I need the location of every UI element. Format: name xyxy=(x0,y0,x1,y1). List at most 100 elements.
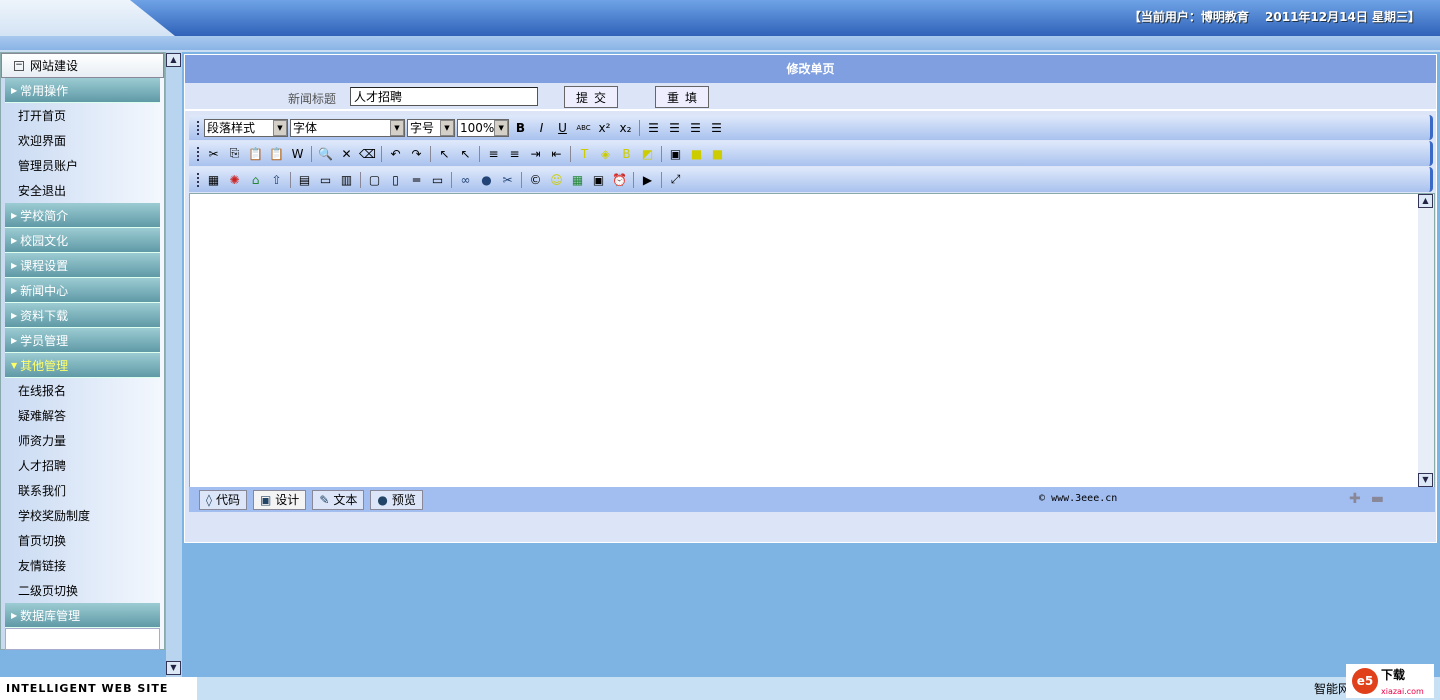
minus-icon[interactable]: ▬ xyxy=(1371,491,1384,507)
sidebar-item[interactable]: 师资力量 xyxy=(5,428,160,453)
sidebar-title[interactable]: − 网站建设 xyxy=(1,53,164,78)
editor-content-area[interactable]: ▲ ▼ xyxy=(189,193,1435,488)
image-icon[interactable]: ▦ xyxy=(204,170,223,189)
select-all-icon[interactable]: ↖ xyxy=(456,144,475,163)
layer-front-icon[interactable]: ■ xyxy=(708,144,727,163)
delete-icon[interactable]: ✕ xyxy=(337,144,356,163)
sidebar-category[interactable]: ▶ 学员管理 xyxy=(5,328,160,353)
table-icon[interactable]: ▤ xyxy=(295,170,314,189)
file-icon[interactable]: ▯ xyxy=(386,170,405,189)
sidebar-category[interactable]: ▶ 新闻中心 xyxy=(5,278,160,303)
text-color-icon[interactable]: T xyxy=(575,144,594,163)
sidebar-category[interactable]: ▶ 学校简介 xyxy=(5,203,160,228)
paste-word-icon[interactable]: W xyxy=(288,144,307,163)
toolbar-separator xyxy=(479,145,480,162)
date-icon[interactable]: ▣ xyxy=(589,170,608,189)
sidebar-item[interactable]: 疑难解答 xyxy=(5,403,160,428)
bold-icon[interactable]: B xyxy=(511,118,530,137)
scroll-down-icon[interactable]: ▼ xyxy=(1418,473,1433,487)
fullscreen-icon[interactable]: ⤢ xyxy=(666,170,685,189)
font-select[interactable]: 字体 ▼ xyxy=(290,118,405,137)
eraser-icon[interactable]: ⌫ xyxy=(358,144,377,163)
find-icon[interactable]: 🔍 xyxy=(316,144,335,163)
excel-icon[interactable]: ▦ xyxy=(568,170,587,189)
time-icon[interactable]: ⏰ xyxy=(610,170,629,189)
sidebar-category[interactable]: ▶ 资料下载 xyxy=(5,303,160,328)
bg-color-icon[interactable]: ◈ xyxy=(596,144,615,163)
undo-icon[interactable]: ↶ xyxy=(386,144,405,163)
sidebar-category[interactable]: ▶ 校园文化 xyxy=(5,228,160,253)
marquee-icon[interactable]: ▢ xyxy=(365,170,384,189)
div-icon[interactable]: ▥ xyxy=(337,170,356,189)
subscript-icon[interactable]: x₂ xyxy=(616,118,635,137)
form-icon[interactable]: ▭ xyxy=(316,170,335,189)
unordered-list-icon[interactable]: ≡ xyxy=(505,144,524,163)
align-center-icon[interactable]: ☰ xyxy=(665,118,684,137)
underline-icon[interactable]: U xyxy=(553,118,572,137)
tab-text[interactable]: ✎ 文本 xyxy=(312,489,365,510)
superscript-icon[interactable]: x² xyxy=(595,118,614,137)
sidebar-item[interactable]: 欢迎界面 xyxy=(5,128,160,153)
copyright-link[interactable]: www.3eee.cn xyxy=(1051,493,1117,504)
reset-button[interactable]: 重填 xyxy=(655,86,709,108)
flash-icon[interactable]: ✺ xyxy=(225,170,244,189)
hr-icon[interactable]: ═ xyxy=(407,170,426,189)
scroll-up-icon[interactable]: ▲ xyxy=(1418,194,1433,208)
collapse-icon[interactable]: − xyxy=(14,60,24,71)
sidebar-item[interactable]: 安全退出 xyxy=(5,178,160,203)
tab-code[interactable]: ◊ 代码 xyxy=(199,489,247,510)
media-icon[interactable]: ⌂ xyxy=(246,170,265,189)
sidebar-category[interactable]: ▶ 课程设置 xyxy=(5,253,160,278)
back-color-icon[interactable]: B xyxy=(617,144,636,163)
scroll-down-icon[interactable]: ▼ xyxy=(166,661,181,675)
ordered-list-icon[interactable]: ≡ xyxy=(484,144,503,163)
indent-icon[interactable]: ⇥ xyxy=(526,144,545,163)
page-break-icon[interactable]: ▶ xyxy=(638,170,657,189)
editor-scrollbar[interactable]: ▲ ▼ xyxy=(1418,194,1434,487)
unlink-icon[interactable]: ✂ xyxy=(498,170,517,189)
news-title-input[interactable] xyxy=(350,87,538,106)
color-picker-icon[interactable]: ◩ xyxy=(638,144,657,163)
scroll-up-icon[interactable]: ▲ xyxy=(166,53,181,67)
redo-icon[interactable]: ↷ xyxy=(407,144,426,163)
field-icon[interactable]: ▭ xyxy=(428,170,447,189)
zoom-select[interactable]: 100% ▼ xyxy=(457,118,509,137)
cut-icon[interactable]: ✂ xyxy=(204,144,223,163)
sidebar-item[interactable]: 在线报名 xyxy=(5,378,160,403)
paste-text-icon[interactable]: 📋 xyxy=(267,144,286,163)
sidebar-item[interactable]: 首页切换 xyxy=(5,528,160,553)
upload-icon[interactable]: ⇧ xyxy=(267,170,286,189)
strikethrough-icon[interactable]: ABC xyxy=(574,118,593,137)
border-icon[interactable]: ▣ xyxy=(666,144,685,163)
tab-preview[interactable]: ● 预览 xyxy=(370,489,423,510)
sidebar-category[interactable]: ▼ 其他管理 xyxy=(5,353,160,378)
sidebar-category[interactable]: ▶ 数据库管理 xyxy=(5,603,160,628)
layer-icon[interactable]: ■ xyxy=(687,144,706,163)
emotion-icon[interactable]: ☺ xyxy=(547,170,566,189)
copy-icon[interactable]: ⎘ xyxy=(225,144,244,163)
sidebar-item[interactable]: 二级页切换 xyxy=(5,578,160,603)
sidebar-item[interactable]: 学校奖励制度 xyxy=(5,503,160,528)
anchor-icon[interactable]: ● xyxy=(477,170,496,189)
sidebar-item[interactable]: 人才招聘 xyxy=(5,453,160,478)
font-size-select[interactable]: 字号 ▼ xyxy=(407,118,455,137)
outdent-icon[interactable]: ⇤ xyxy=(547,144,566,163)
paragraph-style-select[interactable]: 段落样式 ▼ xyxy=(204,118,288,137)
sidebar-item[interactable]: 打开首页 xyxy=(5,103,160,128)
tab-design[interactable]: ▣ 设计 xyxy=(252,489,307,510)
symbol-icon[interactable]: © xyxy=(526,170,545,189)
sidebar-scrollbar[interactable]: ▲ ▼ xyxy=(166,52,182,677)
plus-icon[interactable]: ✚ xyxy=(1349,491,1361,507)
submit-button[interactable]: 提交 xyxy=(564,86,618,108)
align-right-icon[interactable]: ☰ xyxy=(686,118,705,137)
sidebar-item[interactable]: 联系我们 xyxy=(5,478,160,503)
align-left-icon[interactable]: ☰ xyxy=(644,118,663,137)
link-icon[interactable]: ∞ xyxy=(456,170,475,189)
paste-icon[interactable]: 📋 xyxy=(246,144,265,163)
italic-icon[interactable]: I xyxy=(532,118,551,137)
select-icon[interactable]: ↖ xyxy=(435,144,454,163)
sidebar-item[interactable]: 管理员账户 xyxy=(5,153,160,178)
justify-icon[interactable]: ☰ xyxy=(707,118,726,137)
sidebar-item[interactable]: 友情链接 xyxy=(5,553,160,578)
sidebar-category[interactable]: ▶ 常用操作 xyxy=(5,78,160,103)
